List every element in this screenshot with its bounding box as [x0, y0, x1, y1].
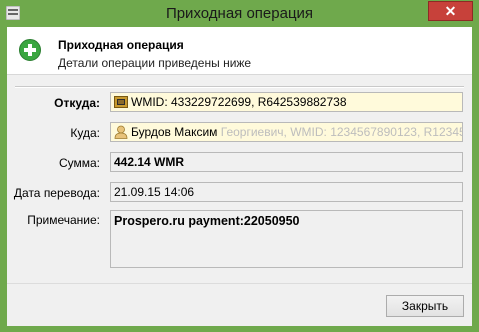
header-title: Приходная операция: [58, 38, 184, 52]
green-plus-icon: [19, 39, 41, 61]
to-value-wrap: Бурдов Максим Георгиевич, WMID: 12345678…: [131, 123, 462, 141]
to-label: Куда:: [70, 126, 100, 140]
window-close-button[interactable]: ✕: [428, 1, 473, 21]
separator: [15, 86, 464, 88]
from-label: Откуда:: [54, 96, 100, 110]
note-field[interactable]: Prospero.ru payment:22050950: [110, 210, 463, 268]
date-label: Дата перевода:: [13, 186, 100, 200]
window-title: Приходная операция: [165, 5, 314, 22]
dialog-header: Приходная операция Детали операции приве…: [7, 27, 472, 75]
amount-value: 442.14 WMR: [114, 155, 185, 169]
dialog-footer: Закрыть: [7, 283, 472, 326]
to-field[interactable]: Бурдов Максим Георгиевич, WMID: 12345678…: [110, 122, 463, 142]
dialog-window: Приходная операция ✕ Приходная операция …: [0, 0, 479, 332]
to-value-blurred: Георгиевич, WMID: 1234567890123, R123456…: [220, 125, 462, 139]
from-field[interactable]: WMID: 433229722699, R642539882738: [110, 92, 463, 112]
note-value: Prospero.ru payment:22050950: [114, 214, 300, 228]
date-field[interactable]: 21.09.15 14:06: [110, 182, 463, 202]
date-value: 21.09.15 14:06: [114, 185, 195, 199]
amount-field[interactable]: 442.14 WMR: [110, 152, 463, 172]
close-button[interactable]: Закрыть: [386, 295, 464, 317]
to-value: Бурдов Максим: [131, 125, 218, 139]
header-subtitle: Детали операции приведены ниже: [58, 56, 252, 70]
note-label: Примечание:: [27, 213, 100, 227]
dialog-body: Приходная операция Детали операции приве…: [7, 27, 472, 326]
wallet-icon: [114, 96, 128, 108]
person-icon: [114, 125, 128, 139]
amount-label: Сумма:: [58, 156, 100, 170]
title-bar[interactable]: Приходная операция ✕: [0, 0, 479, 27]
from-value: WMID: 433229722699, R642539882738: [131, 95, 347, 109]
